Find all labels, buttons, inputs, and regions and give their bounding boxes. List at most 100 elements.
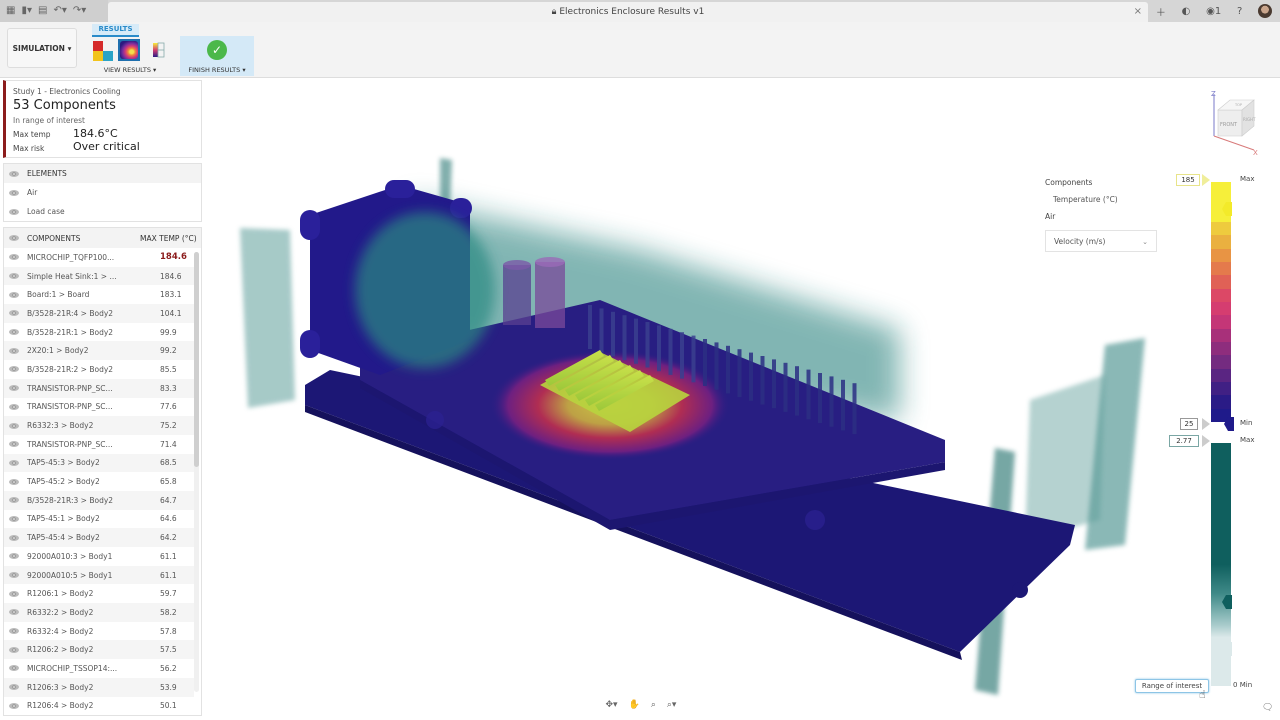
table-row[interactable]: R1206:4 > Body2 50.1 [4, 696, 194, 715]
file-icon[interactable]: ▮▾ [21, 0, 32, 22]
eye-icon[interactable] [9, 310, 19, 317]
eye-icon[interactable] [9, 189, 19, 196]
study-name: Study 1 - Electronics Cooling [13, 87, 121, 96]
table-row[interactable]: R1206:1 > Body2 59.7 [4, 584, 194, 604]
save-icon[interactable]: ▤ [38, 0, 47, 22]
document-tab[interactable]: 🔒︎ Electronics Enclosure Results v1 × [108, 2, 1148, 22]
extensions-icon[interactable]: ◐ [1182, 6, 1191, 17]
model-viewport[interactable] [205, 78, 1280, 720]
eye-icon[interactable] [9, 459, 19, 466]
help-icon[interactable]: ? [1237, 6, 1242, 17]
component-name: MICROCHIP_TQFP100... [27, 252, 115, 262]
range-of-interest-button[interactable]: Range of interest [1135, 679, 1209, 693]
plus-icon[interactable]: ＋ [1156, 4, 1166, 19]
element-item-air[interactable]: Air [4, 183, 201, 202]
grid-icon[interactable]: ▦ [6, 0, 15, 22]
cube-top[interactable]: TOP [1234, 103, 1242, 107]
eye-icon[interactable] [9, 553, 19, 560]
table-row[interactable]: Board:1 > Board 183.1 [4, 285, 194, 305]
legend-range-icon[interactable] [150, 40, 166, 60]
eye-icon[interactable] [9, 347, 19, 354]
eye-icon[interactable] [9, 441, 19, 448]
table-row[interactable]: TAP5-45:1 > Body2 64.6 [4, 509, 194, 529]
table-row[interactable]: B/3528-21R:3 > Body2 64.7 [4, 490, 194, 510]
close-icon[interactable]: × [1134, 2, 1142, 22]
air-quantity-select[interactable]: Velocity (m/s) ⌄ [1045, 230, 1157, 252]
table-row[interactable]: B/3528-21R:1 > Body2 99.9 [4, 322, 194, 342]
table-row[interactable]: R6332:3 > Body2 75.2 [4, 416, 194, 435]
eye-icon[interactable] [9, 329, 19, 336]
cube-front[interactable]: FRONT [1220, 122, 1238, 128]
orbit-icon[interactable]: ✥▾ [606, 700, 618, 710]
finish-results-button[interactable]: ✓ FINISH RESULTS ▾ [180, 36, 254, 76]
avatar[interactable] [1258, 4, 1273, 18]
table-row[interactable]: 92000A010:3 > Body1 61.1 [4, 547, 194, 566]
eye-icon[interactable] [9, 628, 19, 635]
eye-icon[interactable] [9, 235, 19, 241]
view-cube[interactable]: Z X FRONT RIGHT TOP [1208, 88, 1268, 158]
table-row[interactable]: 92000A010:5 > Body1 61.1 [4, 565, 194, 585]
table-row[interactable]: R1206:3 > Body2 53.9 [4, 677, 194, 697]
table-row[interactable]: MICROCHIP_TSSOP14:... 56.2 [4, 659, 194, 678]
velocity-max-input[interactable]: 2.77 [1169, 435, 1199, 447]
comments-icon[interactable]: 🗨︎ [1262, 703, 1273, 713]
redo-icon[interactable]: ↷▾ [73, 0, 86, 22]
cube-right[interactable]: RIGHT [1243, 117, 1256, 122]
component-max-temp: 71.4 [160, 439, 177, 449]
eye-icon[interactable] [9, 385, 19, 392]
job-status-icon[interactable]: ◉1 [1206, 6, 1221, 17]
eye-icon[interactable] [9, 291, 19, 298]
table-row[interactable]: R6332:2 > Body2 58.2 [4, 603, 194, 622]
eye-icon[interactable] [9, 534, 19, 541]
contour-plot-icon[interactable] [118, 39, 140, 61]
table-row[interactable]: MICROCHIP_TQFP100... 184.6 [4, 248, 194, 267]
eye-icon[interactable] [9, 273, 19, 280]
table-row[interactable]: Simple Heat Sink:1 > ... 184.6 [4, 266, 194, 286]
header-pin [795, 366, 799, 416]
eye-icon[interactable] [9, 702, 19, 709]
temp-min-input[interactable]: 25 [1180, 418, 1198, 430]
eye-icon[interactable] [9, 609, 19, 616]
eye-icon[interactable] [9, 170, 19, 177]
zoom-icon[interactable]: ⌕▾ [667, 700, 677, 710]
scroll-thumb[interactable] [194, 252, 199, 467]
column-header-max-temp[interactable]: MAX TEMP (°C) [140, 234, 201, 243]
zoom-window-icon[interactable]: ⌕ [651, 700, 656, 710]
table-row[interactable]: TAP5-45:2 > Body2 65.8 [4, 472, 194, 491]
table-row[interactable]: B/3528-21R:2 > Body2 85.5 [4, 360, 194, 379]
view-results-dropdown[interactable]: VIEW RESULTS ▾ [88, 66, 172, 74]
column-header-components[interactable]: COMPONENTS [27, 234, 140, 243]
tab-results[interactable]: RESULTS [92, 24, 139, 35]
table-row[interactable]: B/3528-21R:4 > Body2 104.1 [4, 304, 194, 323]
eye-icon[interactable] [9, 646, 19, 653]
eye-icon[interactable] [9, 515, 19, 522]
undo-icon[interactable]: ↶▾ [53, 0, 66, 22]
temp-max-input[interactable]: 185 [1176, 174, 1200, 186]
element-item-load-case[interactable]: Load case [4, 202, 201, 221]
eye-icon[interactable] [9, 572, 19, 579]
pan-icon[interactable]: ✋ [629, 700, 640, 710]
table-row[interactable]: TAP5-45:4 > Body2 64.2 [4, 528, 194, 547]
eye-icon[interactable] [9, 366, 19, 373]
eye-icon[interactable] [9, 497, 19, 504]
components-view-icon[interactable] [93, 41, 113, 61]
table-row[interactable]: TRANSISTOR-PNP_SC... 77.6 [4, 397, 194, 417]
eye-icon[interactable] [9, 478, 19, 485]
table-row[interactable]: R6332:4 > Body2 57.8 [4, 621, 194, 641]
eye-icon[interactable] [9, 665, 19, 672]
eye-icon[interactable] [9, 590, 19, 597]
table-row[interactable]: R1206:2 > Body2 57.5 [4, 640, 194, 660]
eye-icon[interactable] [9, 208, 19, 215]
eye-icon[interactable] [9, 422, 19, 429]
eye-icon[interactable] [9, 403, 19, 410]
eye-icon[interactable] [9, 254, 19, 261]
table-row[interactable]: TRANSISTOR-PNP_SC... 71.4 [4, 434, 194, 454]
table-row[interactable]: TAP5-45:3 > Body2 68.5 [4, 453, 194, 473]
eye-icon[interactable] [9, 684, 19, 691]
table-row[interactable]: TRANSISTOR-PNP_SC... 83.3 [4, 378, 194, 398]
component-name: R6332:4 > Body2 [27, 626, 94, 636]
table-row[interactable]: 2X20:1 > Body2 99.2 [4, 341, 194, 361]
temp-color-swatch [1211, 261, 1231, 276]
workspace-switcher-button[interactable]: SIMULATION ▾ [7, 28, 77, 68]
components-scrollbar[interactable] [194, 252, 199, 692]
